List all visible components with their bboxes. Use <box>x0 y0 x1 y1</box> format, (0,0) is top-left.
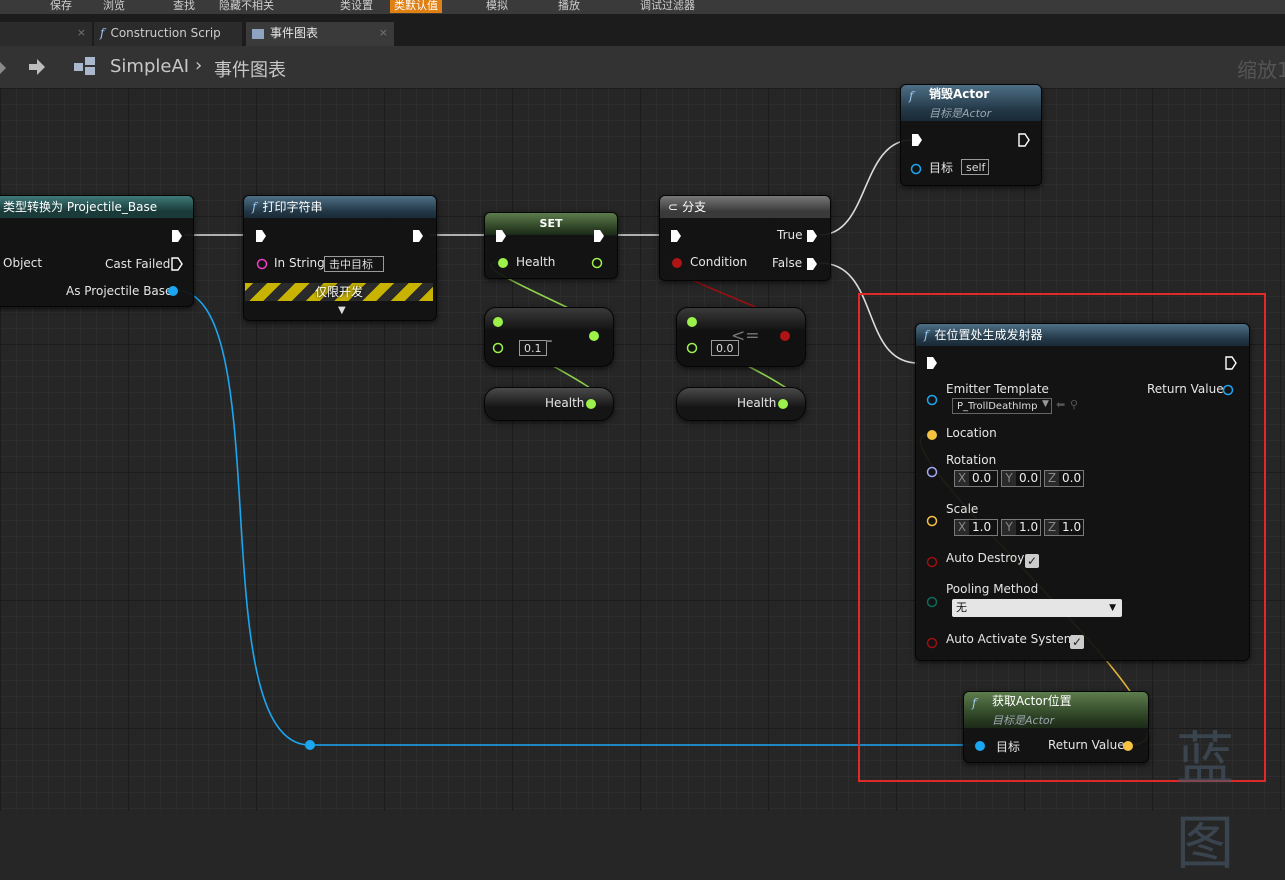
object-pin-icon[interactable] <box>910 163 924 175</box>
condition-label: Condition <box>690 255 748 269</box>
get-health-node[interactable]: Health <box>676 387 806 421</box>
subtract-value-input[interactable]: 0.1 <box>519 340 547 356</box>
exec-out-pin-icon[interactable] <box>171 257 183 271</box>
subtract-node[interactable]: 0.1 - <box>484 307 614 367</box>
function-icon: f <box>909 89 914 103</box>
exec-out-pin-icon[interactable] <box>171 229 183 243</box>
set-health-node[interactable]: SET Health <box>484 212 618 279</box>
exec-in-pin-icon[interactable] <box>911 133 923 147</box>
self-value[interactable]: self <box>961 159 989 175</box>
in-string-input[interactable]: 击中目标 <box>324 256 384 272</box>
float-pin-icon[interactable] <box>686 316 698 328</box>
float-out-pin-icon[interactable] <box>591 257 603 269</box>
exec-in-pin-icon[interactable] <box>495 229 507 243</box>
string-pin-icon[interactable] <box>256 258 268 270</box>
float-out-pin-icon[interactable] <box>588 330 600 342</box>
cast-failed-label: Cast Failed <box>105 257 171 271</box>
branch-node-header: ⊂ 分支 <box>660 196 830 218</box>
exec-out-pin-icon[interactable] <box>412 229 424 243</box>
float-out-pin-icon[interactable] <box>585 398 597 410</box>
bool-pin-icon[interactable] <box>671 257 685 269</box>
false-label: False <box>772 256 803 270</box>
print-string-node[interactable]: f 打印字符串 In String 击中目标 ▼ <box>243 195 437 321</box>
float-pin-icon[interactable] <box>492 342 504 354</box>
cast-node[interactable]: 类型转换为 Projectile_Base Object Cast Failed… <box>0 195 194 307</box>
branch-icon: ⊂ <box>668 200 679 214</box>
in-string-label: In String <box>274 256 325 270</box>
function-icon: f <box>252 200 257 214</box>
less-equal-symbol: <= <box>731 326 760 346</box>
float-pin-icon[interactable] <box>497 257 509 269</box>
exec-out-pin-icon[interactable] <box>806 229 818 243</box>
exec-out-pin-icon[interactable] <box>593 229 605 243</box>
object-out-pin-icon[interactable] <box>167 285 181 297</box>
destroy-actor-header: f 销毁Actor 目标是Actor <box>901 85 1041 121</box>
get-health-node[interactable]: Health <box>484 387 614 421</box>
subtract-symbol: - <box>545 328 553 353</box>
float-pin-icon[interactable] <box>686 342 698 354</box>
highlight-frame <box>858 293 1266 782</box>
as-projectile-label: As Projectile Base <box>66 284 173 298</box>
float-out-pin-icon[interactable] <box>777 398 789 410</box>
float-pin-icon[interactable] <box>492 316 504 328</box>
health-label: Health <box>516 255 556 269</box>
expand-icon[interactable]: ▼ <box>338 305 346 316</box>
exec-out-pin-icon[interactable] <box>1018 133 1030 147</box>
cast-node-header: 类型转换为 Projectile_Base <box>0 196 193 218</box>
less-equal-node[interactable]: 0.0 <= <box>676 307 806 367</box>
exec-out-pin-icon[interactable] <box>806 257 818 271</box>
true-label: True <box>777 228 803 242</box>
exec-in-pin-icon[interactable] <box>255 229 267 243</box>
exec-wire <box>819 139 913 236</box>
exec-in-pin-icon[interactable] <box>670 229 682 243</box>
health-label: Health <box>545 396 585 410</box>
target-label: 目标 <box>929 161 954 175</box>
reroute-knot <box>305 740 315 750</box>
blueprint-watermark: 蓝图 <box>1176 725 1235 877</box>
health-label: Health <box>737 396 777 410</box>
development-only-banner: 仅限开发 <box>245 283 433 301</box>
branch-node[interactable]: ⊂ 分支 True Condition False <box>659 195 831 281</box>
print-string-header: f 打印字符串 <box>244 196 436 218</box>
object-pin-label: Object <box>3 256 43 270</box>
destroy-actor-node[interactable]: f 销毁Actor 目标是Actor 目标 self <box>900 84 1042 186</box>
bool-out-pin-icon[interactable] <box>779 330 791 342</box>
